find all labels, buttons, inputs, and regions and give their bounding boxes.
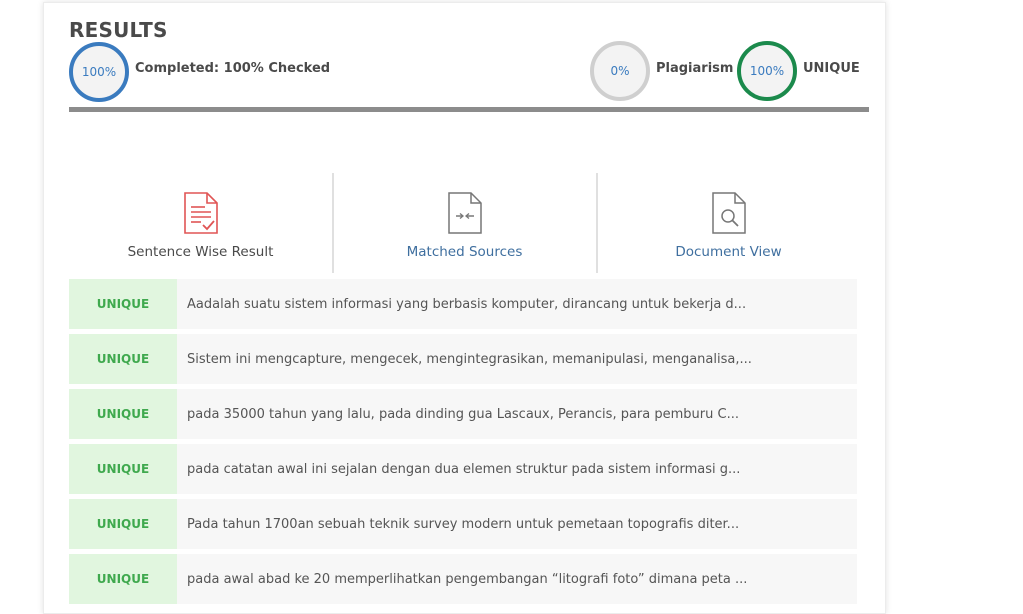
list-item[interactable]: UNIQUE Sistem ini mengcapture, mengecek,…: [69, 334, 857, 384]
sentence-text: pada 35000 tahun yang lalu, pada dinding…: [187, 406, 739, 422]
tab-label: Matched Sources: [406, 244, 523, 260]
document-check-icon: [183, 192, 219, 238]
sentence-text: Sistem ini mengcapture, mengecek, mengin…: [187, 351, 752, 367]
list-item[interactable]: UNIQUE Aadalah suatu sistem informasi ya…: [69, 279, 857, 329]
list-item[interactable]: UNIQUE pada awal abad ke 20 memperlihatk…: [69, 554, 857, 604]
document-compare-icon: [447, 192, 483, 238]
status-badge: UNIQUE: [69, 554, 177, 604]
results-title: RESULTS: [69, 18, 168, 42]
plagiarism-label: Plagiarism: [656, 61, 734, 76]
list-item[interactable]: UNIQUE pada catatan awal ini sejalan den…: [69, 444, 857, 494]
status-badge: UNIQUE: [69, 444, 177, 494]
completed-label: Completed: 100% Checked: [135, 61, 331, 76]
list-item[interactable]: UNIQUE pada 35000 tahun yang lalu, pada …: [69, 389, 857, 439]
results-card: RESULTS 100% Completed: 100% Checked 0% …: [43, 2, 886, 614]
unique-ring-value: 100%: [749, 64, 785, 78]
sentence-text: pada catatan awal ini sejalan dengan dua…: [187, 461, 741, 477]
unique-ring: 100%: [737, 41, 797, 101]
completed-progress-ring: 100%: [69, 42, 129, 102]
tab-matched-sources[interactable]: Matched Sources: [333, 173, 596, 273]
status-badge: UNIQUE: [69, 279, 177, 329]
plagiarism-ring-value: 0%: [610, 64, 630, 78]
tab-label: Sentence Wise Result: [127, 244, 274, 260]
document-search-icon: [711, 192, 747, 238]
check-progress-fill: [69, 107, 869, 112]
status-badge: UNIQUE: [69, 499, 177, 549]
sentence-result-list: UNIQUE Aadalah suatu sistem informasi ya…: [69, 279, 857, 609]
completed-ring-value: 100%: [81, 65, 117, 79]
status-badge: UNIQUE: [69, 334, 177, 384]
tab-document-view[interactable]: Document View: [597, 173, 860, 273]
unique-label: UNIQUE: [803, 61, 860, 76]
sentence-text: pada awal abad ke 20 memperlihatkan peng…: [187, 571, 748, 587]
tab-sentence-wise-result[interactable]: Sentence Wise Result: [69, 173, 332, 273]
sentence-text: Aadalah suatu sistem informasi yang berb…: [187, 296, 747, 312]
plagiarism-ring: 0%: [590, 41, 650, 101]
sentence-text: Pada tahun 1700an sebuah teknik survey m…: [187, 516, 740, 532]
check-progress-bar: [69, 107, 869, 112]
tab-label: Document View: [675, 244, 782, 260]
status-badge: UNIQUE: [69, 389, 177, 439]
list-item[interactable]: UNIQUE Pada tahun 1700an sebuah teknik s…: [69, 499, 857, 549]
